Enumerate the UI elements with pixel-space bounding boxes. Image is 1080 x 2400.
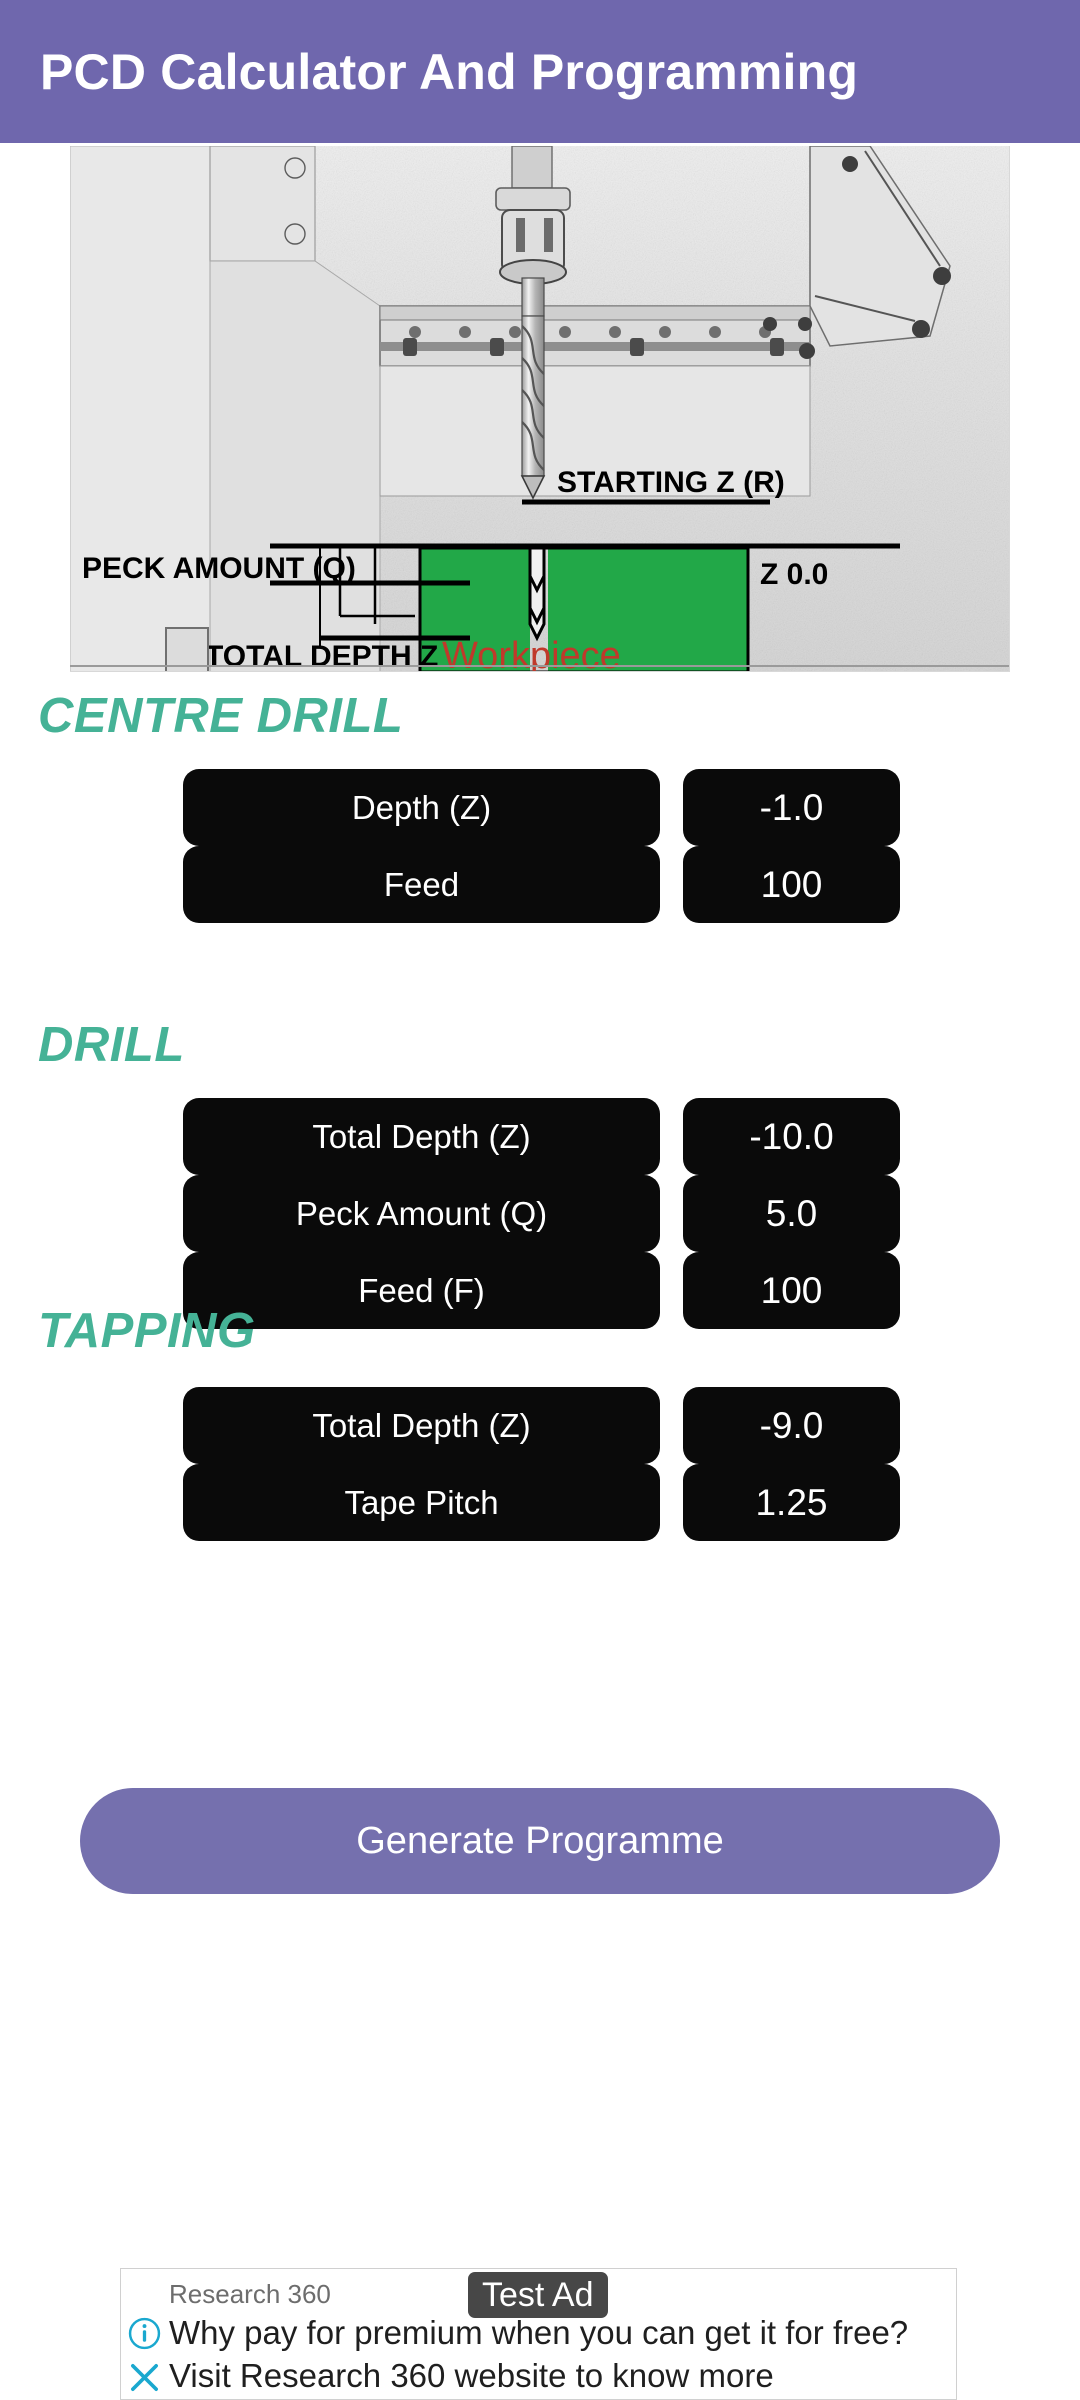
field-label-tapping-tape-pitch[interactable]: Tape Pitch [183,1464,660,1541]
field-value-drill-total-depth[interactable]: -10.0 [683,1098,900,1175]
field-label-centre-drill-feed[interactable]: Feed [183,846,660,923]
label-total-depth: TOTAL DEPTH Z [205,640,438,672]
page-title: PCD Calculator And Programming [40,43,859,100]
field-row-drill-total-depth: Total Depth (Z) -10.0 [0,1098,1080,1175]
ad-headline: Why pay for premium when you can get it … [169,2314,909,2351]
ad-subline: Visit Research 360 website to know more [169,2357,774,2394]
section-heading-tapping: TAPPING [38,1304,256,1358]
section-heading-drill: DRILL [38,1018,185,1072]
info-circle-icon[interactable] [128,2317,161,2350]
section-heading-centre-drill: CENTRE DRILL [38,689,404,743]
close-x-icon[interactable] [128,2361,161,2394]
field-row-centre-drill-depth: Depth (Z) -1.0 [0,769,1080,846]
ad-advertiser-name: Research 360 [169,2279,331,2309]
field-value-centre-drill-feed[interactable]: 100 [683,846,900,923]
test-ad-badge: Test Ad [468,2272,608,2318]
field-value-drill-feed[interactable]: 100 [683,1252,900,1329]
field-row-centre-drill-feed: Feed 100 [0,846,1080,923]
drilling-diagram-image: STARTING Z (R) Z 0.0 PECK AMOUNT (Q) TOT… [70,146,1010,672]
field-label-centre-drill-depth[interactable]: Depth (Z) [183,769,660,846]
field-label-tapping-total-depth[interactable]: Total Depth (Z) [183,1387,660,1464]
field-label-drill-total-depth[interactable]: Total Depth (Z) [183,1098,660,1175]
field-row-tapping-total-depth: Total Depth (Z) -9.0 [0,1387,1080,1464]
field-row-tapping-tape-pitch: Tape Pitch 1.25 [0,1464,1080,1541]
field-value-tapping-total-depth[interactable]: -9.0 [683,1387,900,1464]
field-value-centre-drill-depth[interactable]: -1.0 [683,769,900,846]
drilling-diagram-svg: STARTING Z (R) Z 0.0 PECK AMOUNT (Q) TOT… [70,146,1009,672]
field-label-drill-peck-amount[interactable]: Peck Amount (Q) [183,1175,660,1252]
generate-programme-button[interactable]: Generate Programme [80,1788,1000,1894]
field-value-tapping-tape-pitch[interactable]: 1.25 [683,1464,900,1541]
label-starting-z: STARTING Z (R) [557,466,785,499]
app-root: PCD Calculator And Programming STARTING … [0,0,1080,2400]
field-row-drill-peck-amount: Peck Amount (Q) 5.0 [0,1175,1080,1252]
app-bar: PCD Calculator And Programming [0,0,1080,143]
field-value-drill-peck-amount[interactable]: 5.0 [683,1175,900,1252]
label-peck-amount: PECK AMOUNT (Q) [82,552,356,585]
label-z-zero: Z 0.0 [760,558,828,591]
